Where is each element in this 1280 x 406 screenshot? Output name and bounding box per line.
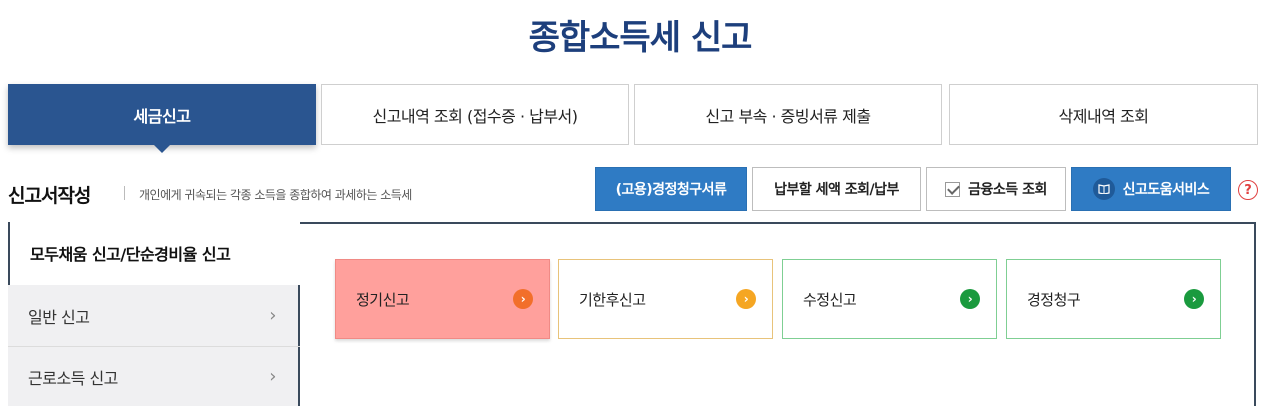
arrow-right-icon: › <box>513 289 533 309</box>
sidebar-item-general[interactable]: 일반 신고 › <box>8 285 300 346</box>
card-correction-claim[interactable]: 경정청구 › <box>1006 259 1221 339</box>
section-title: 신고서작성 <box>8 185 91 207</box>
help-service-label: 신고도움서비스 <box>1122 182 1210 198</box>
sidebar-item-earned-income[interactable]: 근로소득 신고 › <box>8 347 300 406</box>
card-late-filing[interactable]: 기한후신고 › <box>558 259 773 339</box>
sidebar-item-prefilled[interactable]: 모두채움 신고/단순경비율 신고 <box>8 222 300 283</box>
card-label: 기한후신고 <box>579 290 646 309</box>
arrow-right-icon: › <box>960 289 980 309</box>
financial-income-label: 금융소득 조회 <box>968 182 1047 198</box>
tab-tax-filing[interactable]: 세금신고 <box>8 84 316 153</box>
tab-filing-history[interactable]: 신고내역 조회 (접수증 · 납부서) <box>321 84 629 145</box>
card-regular-filing[interactable]: 정기신고 › <box>335 259 550 339</box>
chevron-right-icon: › <box>269 366 276 387</box>
main-tabs: 세금신고 신고내역 조회 (접수증 · 납부서) 신고 부속 · 증빙서류 제출… <box>8 84 1258 153</box>
tax-payment-label: 납부할 세액 조회/납부 <box>774 182 899 198</box>
sidebar-item-label: 일반 신고 <box>28 307 90 327</box>
tax-payment-button[interactable]: 납부할 세액 조회/납부 <box>752 167 921 211</box>
claim-documents-label: (고용)경정청구서류 <box>615 182 727 198</box>
card-amended-filing[interactable]: 수정신고 › <box>782 259 997 339</box>
help-service-button[interactable]: 신고도움서비스 <box>1071 167 1231 211</box>
section-description: 개인에게 귀속되는 각종 소득을 종합하여 과세하는 소득세 <box>139 188 412 202</box>
card-label: 경정청구 <box>1027 290 1081 309</box>
card-label: 수정신고 <box>803 290 857 309</box>
help-question-icon[interactable]: ? <box>1238 180 1258 200</box>
checkbox-icon <box>945 181 961 197</box>
arrow-right-icon: › <box>736 289 756 309</box>
financial-income-button[interactable]: 금융소득 조회 <box>926 167 1066 211</box>
page-title: 종합소득세 신고 <box>528 18 753 58</box>
chevron-right-icon: › <box>269 305 276 326</box>
sidebar-item-label: 근로소득 신고 <box>28 368 118 388</box>
tab-deleted-history[interactable]: 삭제내역 조회 <box>949 84 1258 145</box>
book-icon <box>1092 178 1115 200</box>
section-divider <box>124 186 125 200</box>
sidebar-item-label: 모두채움 신고/단순경비율 신고 <box>30 244 231 264</box>
claim-documents-button[interactable]: (고용)경정청구서류 <box>595 167 747 211</box>
card-label: 정기신고 <box>356 290 410 309</box>
tab-submit-documents[interactable]: 신고 부속 · 증빙서류 제출 <box>634 84 942 145</box>
arrow-right-icon: › <box>1184 289 1204 309</box>
